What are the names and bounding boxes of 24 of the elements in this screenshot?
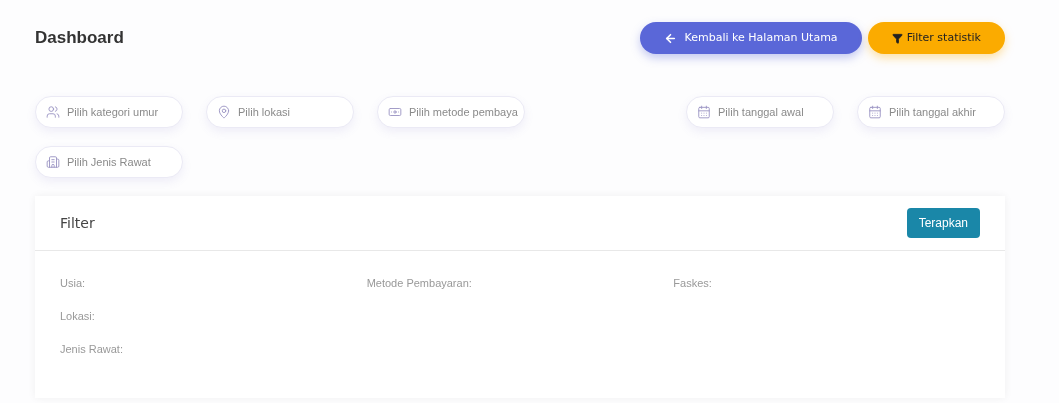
filter-label: Metode Pembayaran: [366, 276, 473, 291]
filter-field[interactable]: Pilih tanggal awal [686, 96, 834, 128]
filter-field[interactable]: Pilih Jenis Rawat [35, 146, 183, 178]
page-title: Dashboard [35, 27, 124, 50]
filter-button[interactable]: Filter statistik [867, 22, 1005, 54]
calendar-icon [697, 105, 711, 119]
filter-icon [891, 32, 903, 44]
filter-field[interactable]: Pilih lokasi [206, 96, 354, 128]
filter-field[interactable]: Pilih tanggal akhir [857, 96, 1005, 128]
filter-label: Faskes: [673, 276, 713, 291]
filter-label: Jenis Rawat: [60, 342, 124, 357]
map-pin-icon [217, 105, 231, 119]
calendar-icon [868, 105, 882, 119]
arrow-left-icon [663, 31, 677, 45]
apply-button[interactable]: Terapkan [906, 208, 980, 238]
back-button[interactable]: Kembali ke Halaman Utama [639, 22, 862, 54]
filter-label: Lokasi: [60, 309, 96, 324]
people-icon [46, 105, 60, 119]
building-icon [46, 155, 60, 169]
filter-label: Usia: [60, 276, 87, 291]
banknote-icon [388, 105, 402, 119]
filter-field[interactable]: Pilih kategori umur [35, 96, 183, 128]
card-title: Filter [60, 213, 95, 233]
filter-field[interactable]: Pilih metode pembaya [377, 96, 525, 128]
